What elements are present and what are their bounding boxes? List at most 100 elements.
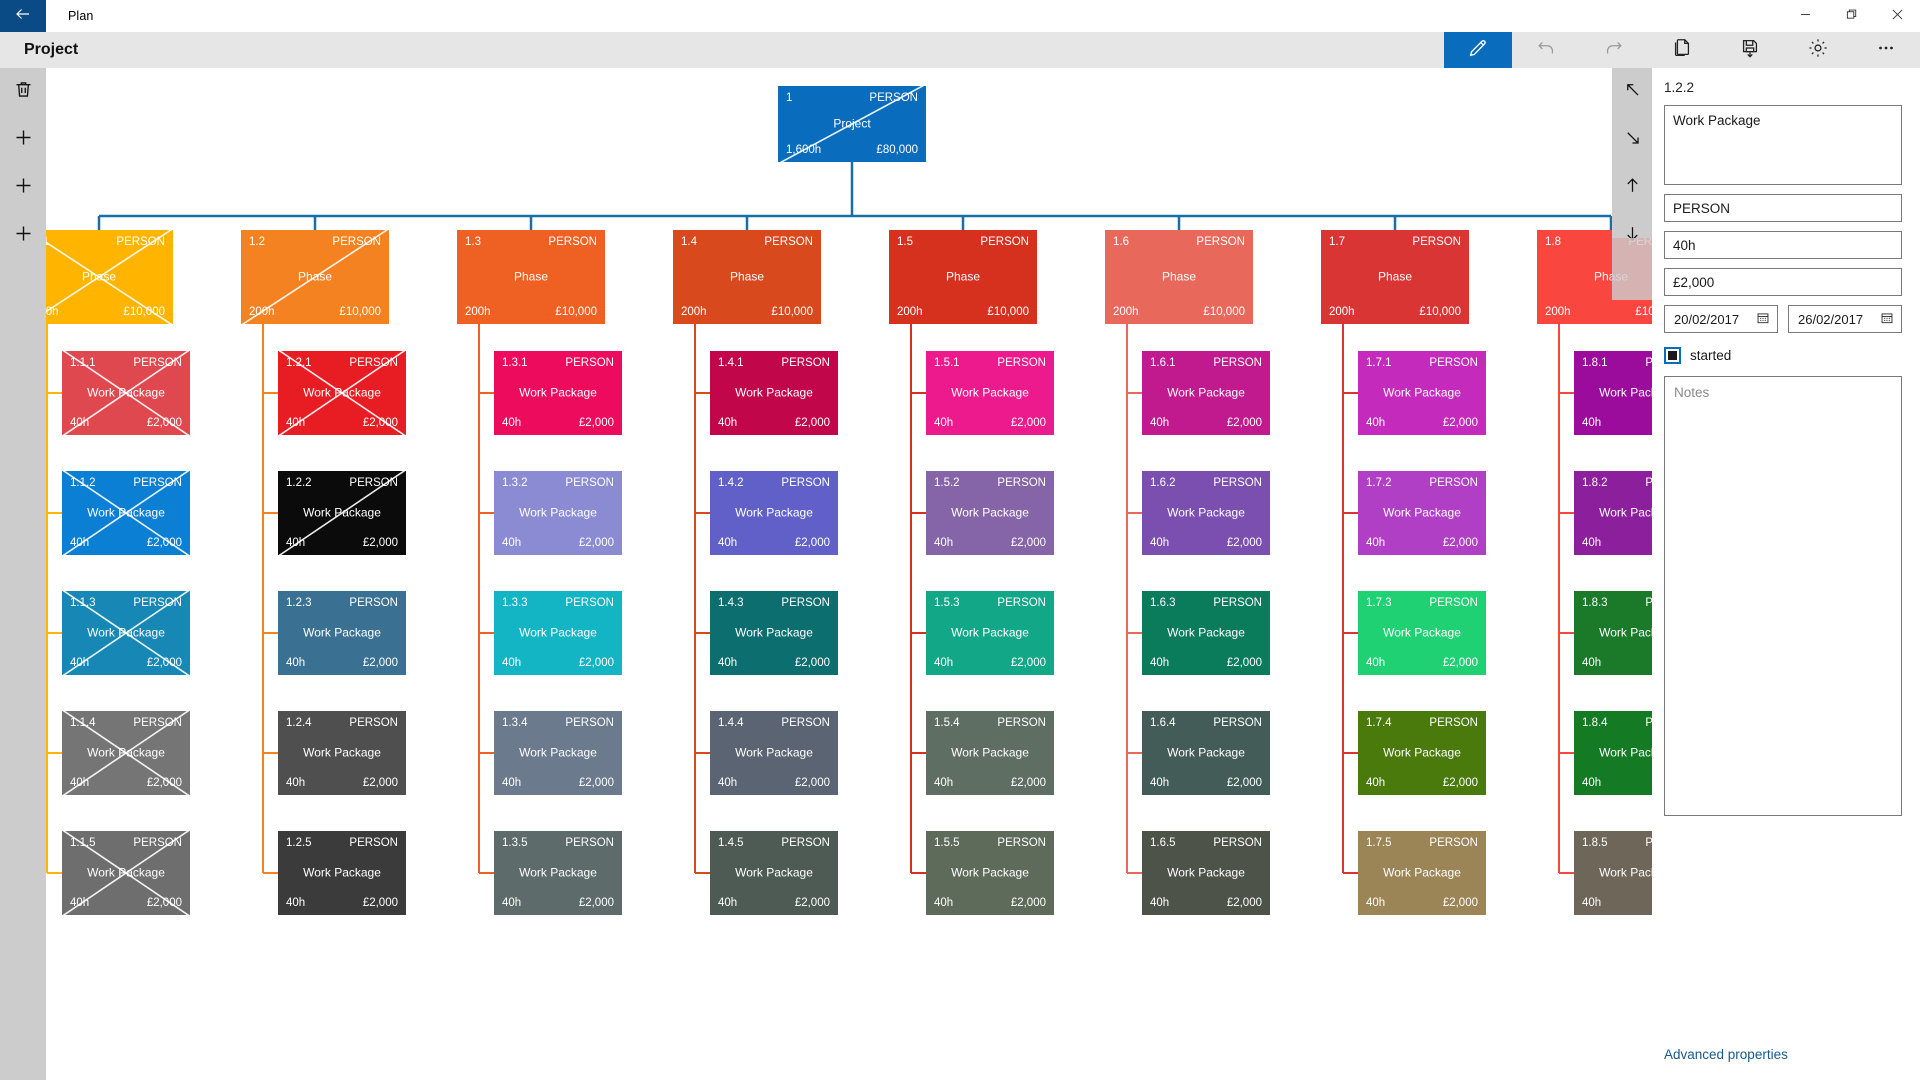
work-package-node[interactable]: 1.6.3 PERSON Work Package 40h £2,000: [1142, 591, 1270, 675]
pan-down-right-button[interactable]: [1612, 116, 1652, 164]
project-node[interactable]: 1 PERSON Project 1,600h £80,000: [778, 86, 926, 162]
work-package-node[interactable]: 1.4.4 PERSON Work Package 40h £2,000: [710, 711, 838, 795]
person-field[interactable]: [1664, 194, 1902, 222]
work-package-node[interactable]: 1.2.4 PERSON Work Package 40h £2,000: [278, 711, 406, 795]
node-person: PERSON: [1645, 837, 1652, 849]
work-package-node[interactable]: 1.8.1PERSONWork Package40h£2,000: [1574, 351, 1652, 435]
phase-node[interactable]: 1.4 PERSON Phase 200h £10,000: [673, 230, 821, 324]
notes-field[interactable]: [1664, 376, 1902, 816]
node-title: Work Package: [735, 625, 813, 640]
phase-node[interactable]: 1.5 PERSON Phase 200h £10,000: [889, 230, 1037, 324]
node-person: PERSON: [133, 357, 182, 369]
work-package-node[interactable]: 1.4.5 PERSON Work Package 40h £2,000: [710, 831, 838, 915]
back-button[interactable]: [0, 0, 46, 32]
node-person: PERSON: [980, 236, 1029, 248]
work-package-node[interactable]: 1.4.3 PERSON Work Package 40h £2,000: [710, 591, 838, 675]
work-package-node[interactable]: 1.3.2 PERSON Work Package 40h £2,000: [494, 471, 622, 555]
work-package-node[interactable]: 1.4.2 PERSON Work Package 40h £2,000: [710, 471, 838, 555]
work-package-node[interactable]: 1.2.2 PERSON Work Package 40h £2,000: [278, 471, 406, 555]
advanced-properties-link[interactable]: Advanced properties: [1664, 1047, 1788, 1062]
redo-button[interactable]: [1580, 32, 1648, 68]
work-package-node[interactable]: 1.1.1 PERSON Work Package 40h £2,000: [62, 351, 190, 435]
node-hours: 40h: [934, 537, 954, 549]
node-title: Work Package: [87, 745, 165, 760]
work-package-node[interactable]: 1.1.4 PERSON Work Package 40h £2,000: [62, 711, 190, 795]
work-package-node[interactable]: 1.6.4 PERSON Work Package 40h £2,000: [1142, 711, 1270, 795]
work-package-node[interactable]: 1.5.1 PERSON Work Package 40h £2,000: [926, 351, 1054, 435]
pan-up-button[interactable]: [1612, 164, 1652, 212]
work-package-node[interactable]: 1.6.5 PERSON Work Package 40h £2,000: [1142, 831, 1270, 915]
work-package-node[interactable]: 1.7.2 PERSON Work Package 40h £2,000: [1358, 471, 1486, 555]
node-person: PERSON: [1645, 477, 1652, 489]
work-package-node[interactable]: 1.1.3 PERSON Work Package 40h £2,000: [62, 591, 190, 675]
work-package-node[interactable]: 1.3.3 PERSON Work Package 40h £2,000: [494, 591, 622, 675]
work-package-node[interactable]: 1.7.1 PERSON Work Package 40h £2,000: [1358, 351, 1486, 435]
tree-canvas[interactable]: 1PERSONProject1,600h£80,000 1.1PERSONPhas…: [0, 68, 1652, 1080]
work-package-node[interactable]: 1.1.2 PERSON Work Package 40h £2,000: [62, 471, 190, 555]
phase-node[interactable]: 1.7 PERSON Phase 200h £10,000: [1321, 230, 1469, 324]
node-hours: 200h: [1113, 306, 1139, 318]
edit-button[interactable]: [1444, 32, 1512, 68]
cost-field[interactable]: [1664, 268, 1902, 296]
phase-node[interactable]: 1.1PERSONPhase200h£10,000: [25, 230, 173, 324]
close-button[interactable]: [1874, 0, 1920, 32]
start-date-field[interactable]: 20/02/2017: [1664, 305, 1778, 333]
work-package-node[interactable]: 1.5.5 PERSON Work Package 40h £2,000: [926, 831, 1054, 915]
work-package-node[interactable]: 1.7.5 PERSON Work Package 40h £2,000: [1358, 831, 1486, 915]
node-hours: 40h: [1366, 897, 1386, 909]
more-button[interactable]: [1852, 32, 1920, 68]
node-cost: £2,000: [578, 897, 614, 909]
work-package-node[interactable]: 1.2.3 PERSON Work Package 40h £2,000: [278, 591, 406, 675]
redo-icon: [1603, 37, 1625, 64]
work-package-node[interactable]: 1.4.1 PERSON Work Package 40h £2,000: [710, 351, 838, 435]
work-package-node[interactable]: 1.5.3 PERSON Work Package 40h £2,000: [926, 591, 1054, 675]
node-hours: 40h: [934, 777, 954, 789]
node-cost: £2,000: [1010, 417, 1046, 429]
ellipsis-icon: [1875, 37, 1897, 64]
work-package-node[interactable]: 1.6.1 PERSON Work Package 40h £2,000: [1142, 351, 1270, 435]
work-package-node[interactable]: 1.3.4 PERSON Work Package 40h £2,000: [494, 711, 622, 795]
settings-button[interactable]: [1784, 32, 1852, 68]
work-package-node[interactable]: 1.3.5 PERSON Work Package 40h £2,000: [494, 831, 622, 915]
add-node-button[interactable]: [0, 212, 46, 260]
work-package-node[interactable]: 1.8.3PERSONWork Package40h£2,000: [1574, 591, 1652, 675]
end-date-value: 26/02/2017: [1798, 311, 1864, 327]
phase-node[interactable]: 1.2 PERSON Phase 200h £10,000: [241, 230, 389, 324]
started-checkbox[interactable]: [1664, 347, 1681, 364]
app-title: Plan: [68, 9, 94, 23]
maximize-button[interactable]: [1828, 0, 1874, 32]
node-id: 1.3.4: [502, 717, 528, 729]
work-package-node[interactable]: 1.2.5 PERSON Work Package 40h £2,000: [278, 831, 406, 915]
work-package-node[interactable]: 1.7.3 PERSON Work Package 40h £2,000: [1358, 591, 1486, 675]
node-cost: £2,000: [362, 657, 398, 669]
work-package-node[interactable]: 1.8.4PERSONWork Package40h£2,000: [1574, 711, 1652, 795]
undo-icon: [1535, 37, 1557, 64]
work-package-node[interactable]: 1.8.2PERSONWork Package40h£2,000: [1574, 471, 1652, 555]
pan-up-left-button[interactable]: [1612, 68, 1652, 116]
node-id: 1.3.3: [502, 597, 528, 609]
work-package-node[interactable]: 1.8.5PERSONWork Package40h£2,000: [1574, 831, 1652, 915]
delete-node-button[interactable]: [0, 68, 46, 116]
work-package-node[interactable]: 1.7.4 PERSON Work Package 40h £2,000: [1358, 711, 1486, 795]
add-sibling-button[interactable]: [0, 116, 46, 164]
work-package-node[interactable]: 1.6.2 PERSON Work Package 40h £2,000: [1142, 471, 1270, 555]
node-cost: £2,000: [1442, 657, 1478, 669]
copy-button[interactable]: [1648, 32, 1716, 68]
node-title-field[interactable]: [1664, 105, 1902, 185]
node-id: 1.8.1: [1582, 357, 1608, 369]
end-date-field[interactable]: 26/02/2017: [1788, 305, 1902, 333]
node-cost: £2,000: [578, 417, 614, 429]
save-button[interactable]: [1716, 32, 1784, 68]
work-package-node[interactable]: 1.5.4 PERSON Work Package 40h £2,000: [926, 711, 1054, 795]
add-child-button[interactable]: [0, 164, 46, 212]
work-package-node[interactable]: 1.3.1 PERSON Work Package 40h £2,000: [494, 351, 622, 435]
work-package-node[interactable]: 1.2.1 PERSON Work Package 40h £2,000: [278, 351, 406, 435]
node-title: Work Package: [303, 625, 381, 640]
work-package-node[interactable]: 1.5.2 PERSON Work Package 40h £2,000: [926, 471, 1054, 555]
work-package-node[interactable]: 1.1.5 PERSON Work Package 40h £2,000: [62, 831, 190, 915]
undo-button[interactable]: [1512, 32, 1580, 68]
phase-node[interactable]: 1.3 PERSON Phase 200h £10,000: [457, 230, 605, 324]
hours-field[interactable]: [1664, 231, 1902, 259]
phase-node[interactable]: 1.6 PERSON Phase 200h £10,000: [1105, 230, 1253, 324]
minimize-button[interactable]: [1782, 0, 1828, 32]
